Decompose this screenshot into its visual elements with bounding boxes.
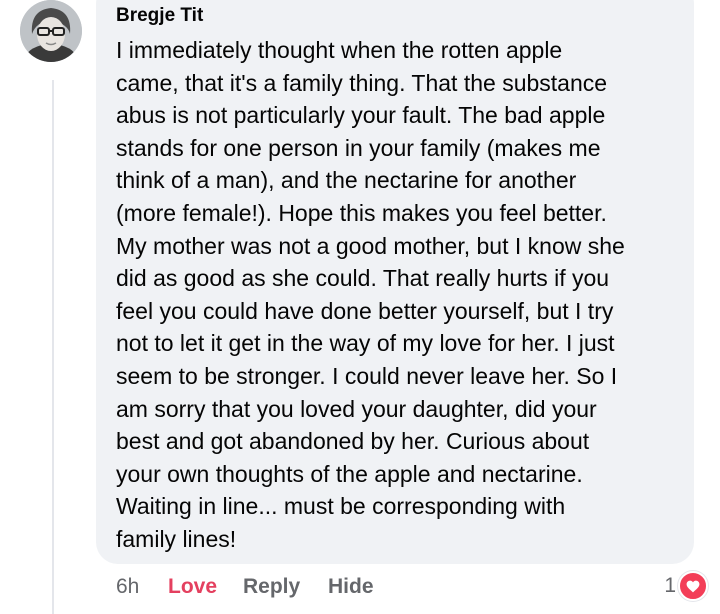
comment-text-line: did as good as she could. That really hu… bbox=[116, 265, 610, 292]
timestamp[interactable]: 6h bbox=[116, 574, 139, 600]
reply-button[interactable]: Reply bbox=[243, 574, 300, 600]
comment-text-line: I immediately thought when the rotten ap… bbox=[116, 37, 563, 63]
comment-text-line: feel you could have done better yourself… bbox=[116, 297, 614, 324]
comment-text-line: your own thoughts of the apple and necta… bbox=[116, 460, 583, 487]
reaction-summary[interactable]: 1 bbox=[664, 571, 708, 601]
comment-text-line: My mother was not a good mother, but I k… bbox=[116, 232, 625, 259]
comment-text-line: came, that it's a family thing. That the… bbox=[116, 69, 608, 96]
comment-text-line: Waiting in line... must be corresponding… bbox=[116, 493, 566, 520]
love-button[interactable]: Love bbox=[168, 574, 217, 600]
comment-text: I immediately thought when the rotten ap… bbox=[116, 34, 682, 556]
avatar-image bbox=[20, 0, 82, 62]
comment-author[interactable]: Bregje Tit bbox=[116, 5, 203, 27]
comment-text-line: am sorry that you loved your daughter, d… bbox=[116, 395, 597, 422]
comment-text-line: best and got abandoned by her. Curious a… bbox=[116, 428, 590, 455]
heart-icon bbox=[678, 571, 708, 601]
comment-text-line: seem to be stronger. I could never leave… bbox=[116, 362, 618, 389]
thread-line bbox=[52, 80, 54, 614]
comment-text-line: think of a man), and the nectarine for a… bbox=[116, 167, 577, 194]
reaction-count: 1 bbox=[664, 574, 676, 597]
comment-text-line: abus is not particularly your fault. The… bbox=[116, 102, 606, 129]
comment-text-line: stands for one person in your family (ma… bbox=[116, 134, 601, 161]
comment-text-line: (more female!). Hope this makes you feel… bbox=[116, 199, 607, 226]
hide-button[interactable]: Hide bbox=[328, 574, 374, 600]
comment-text-line: family lines! bbox=[116, 525, 237, 552]
comment-text-line: not to let it get in the way of my love … bbox=[116, 330, 615, 357]
avatar[interactable] bbox=[20, 0, 82, 62]
